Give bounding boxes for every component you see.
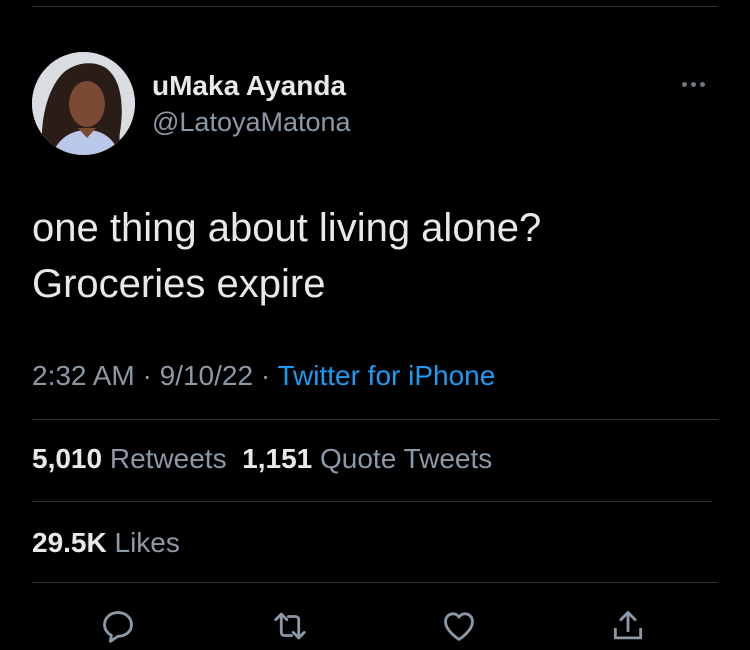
author-handle[interactable]: @LatoyaMatona xyxy=(152,107,351,138)
quotes-label: Quote Tweets xyxy=(320,443,493,474)
likes-label: Likes xyxy=(114,527,180,558)
share-icon xyxy=(613,611,643,640)
tweet-date[interactable]: 9/10/22 xyxy=(160,360,253,391)
avatar[interactable] xyxy=(32,52,135,155)
retweet-icon xyxy=(274,612,306,640)
tweet-text-line: one thing about living alone? xyxy=(32,206,542,250)
tweet-text-line: Groceries expire xyxy=(32,262,326,306)
retweets-link[interactable]: 5,010 Retweets xyxy=(32,443,227,474)
divider xyxy=(32,419,718,420)
retweets-label: Retweets xyxy=(109,443,227,474)
reply-icon xyxy=(103,611,133,643)
quote-tweets-link[interactable]: 1,151 Quote Tweets xyxy=(242,443,492,474)
divider xyxy=(32,582,718,583)
meta-separator: · xyxy=(142,360,152,391)
likes-count: 29.5K xyxy=(32,527,107,558)
meta-separator: · xyxy=(260,360,271,391)
tweet-text: one thing about living alone? Groceries … xyxy=(32,200,541,312)
likes-stats[interactable]: 29.5K Likes xyxy=(32,527,180,559)
divider xyxy=(32,501,712,502)
tweet-meta: 2:32 AM · 9/10/22 · Twitter for iPhone xyxy=(32,360,495,392)
retweet-button[interactable] xyxy=(268,604,312,648)
author-display-name[interactable]: uMaka Ayanda xyxy=(152,70,346,102)
quotes-count: 1,151 xyxy=(242,443,313,474)
like-icon xyxy=(444,612,474,641)
retweet-stats: 5,010 Retweets 1,151 Quote Tweets xyxy=(32,443,492,475)
share-button[interactable] xyxy=(606,604,650,648)
tweet-time[interactable]: 2:32 AM xyxy=(32,360,135,391)
top-divider xyxy=(32,6,718,7)
like-button[interactable] xyxy=(437,604,481,648)
more-icon[interactable] xyxy=(682,82,705,87)
reply-button[interactable] xyxy=(96,604,140,648)
tweet-source-link[interactable]: Twitter for iPhone xyxy=(277,360,495,391)
retweets-count: 5,010 xyxy=(32,443,103,474)
